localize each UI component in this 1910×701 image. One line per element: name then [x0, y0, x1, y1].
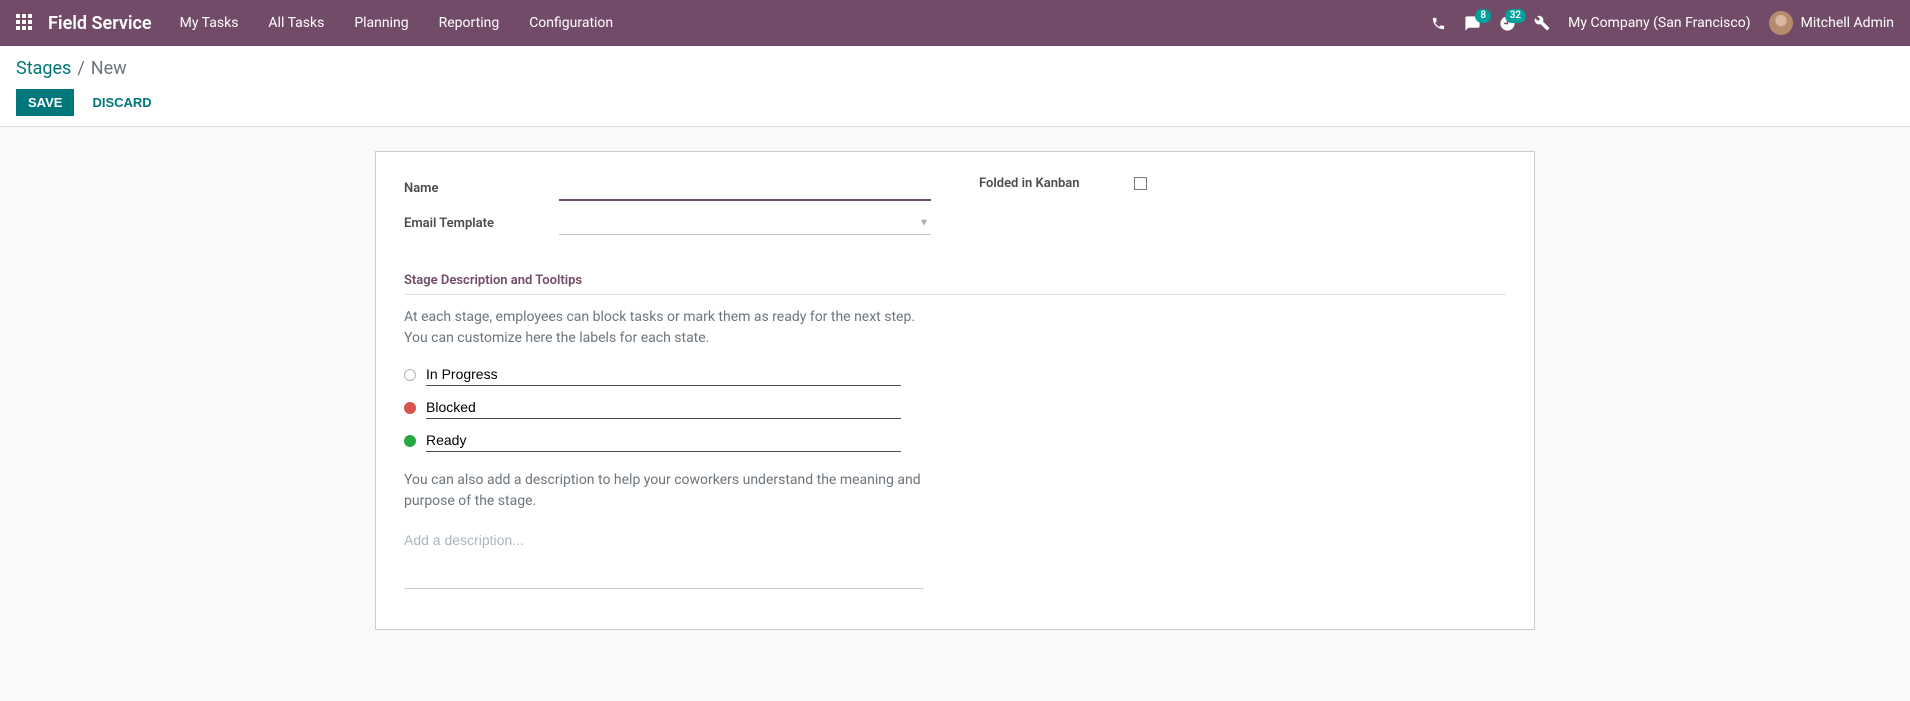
folded-checkbox[interactable] [1134, 177, 1147, 190]
status-dot-green-icon [404, 435, 416, 447]
breadcrumb: Stages / New [16, 58, 1894, 79]
app-title[interactable]: Field Service [48, 13, 152, 34]
email-template-input[interactable] [559, 211, 931, 234]
ready-input[interactable] [426, 429, 901, 452]
in-progress-input[interactable] [426, 363, 901, 386]
status-row-ready [404, 429, 1506, 452]
email-template-select[interactable]: ▼ [559, 211, 931, 235]
section-title: Stage Description and Tooltips [404, 245, 1506, 295]
nav-item-all-tasks[interactable]: All Tasks [268, 15, 324, 31]
company-switcher[interactable]: My Company (San Francisco) [1568, 15, 1750, 31]
status-row-blocked [404, 396, 1506, 419]
user-menu[interactable]: Mitchell Admin [1769, 11, 1894, 35]
breadcrumb-separator: / [77, 58, 84, 79]
nav-item-planning[interactable]: Planning [354, 15, 408, 31]
messages-badge: 8 [1475, 9, 1491, 23]
nav-item-my-tasks[interactable]: My Tasks [180, 15, 239, 31]
nav-item-reporting[interactable]: Reporting [439, 15, 500, 31]
status-dot-grey-icon [404, 369, 416, 381]
name-input[interactable] [559, 176, 931, 201]
description-input[interactable] [404, 526, 924, 554]
status-dot-red-icon [404, 402, 416, 414]
breadcrumb-current: New [91, 58, 127, 79]
email-template-label: Email Template [404, 216, 559, 231]
form-sheet: Name Email Template ▼ Folded in Kanban [375, 151, 1535, 630]
info-text-2: You can also add a description to help y… [404, 470, 924, 512]
debug-icon[interactable] [1534, 15, 1550, 31]
form-background: Name Email Template ▼ Folded in Kanban [0, 127, 1910, 654]
info-text-1: At each stage, employees can block tasks… [404, 307, 924, 349]
user-name: Mitchell Admin [1801, 15, 1894, 31]
apps-icon[interactable] [16, 14, 34, 32]
save-button[interactable]: SAVE [16, 89, 74, 116]
description-underline [404, 588, 924, 589]
control-panel: Stages / New SAVE DISCARD [0, 46, 1910, 127]
blocked-input[interactable] [426, 396, 901, 419]
avatar [1769, 11, 1793, 35]
nav-menu: My Tasks All Tasks Planning Reporting Co… [180, 15, 614, 31]
nav-item-configuration[interactable]: Configuration [529, 15, 613, 31]
phone-icon[interactable] [1431, 16, 1446, 31]
folded-label: Folded in Kanban [979, 176, 1134, 191]
name-label: Name [404, 181, 559, 196]
top-navbar: Field Service My Tasks All Tasks Plannin… [0, 0, 1910, 46]
messages-icon[interactable]: 8 [1464, 15, 1481, 32]
activities-badge: 32 [1505, 9, 1526, 23]
status-row-in-progress [404, 363, 1506, 386]
activities-icon[interactable]: 32 [1499, 15, 1516, 32]
breadcrumb-parent[interactable]: Stages [16, 58, 71, 79]
discard-button[interactable]: DISCARD [80, 89, 163, 116]
